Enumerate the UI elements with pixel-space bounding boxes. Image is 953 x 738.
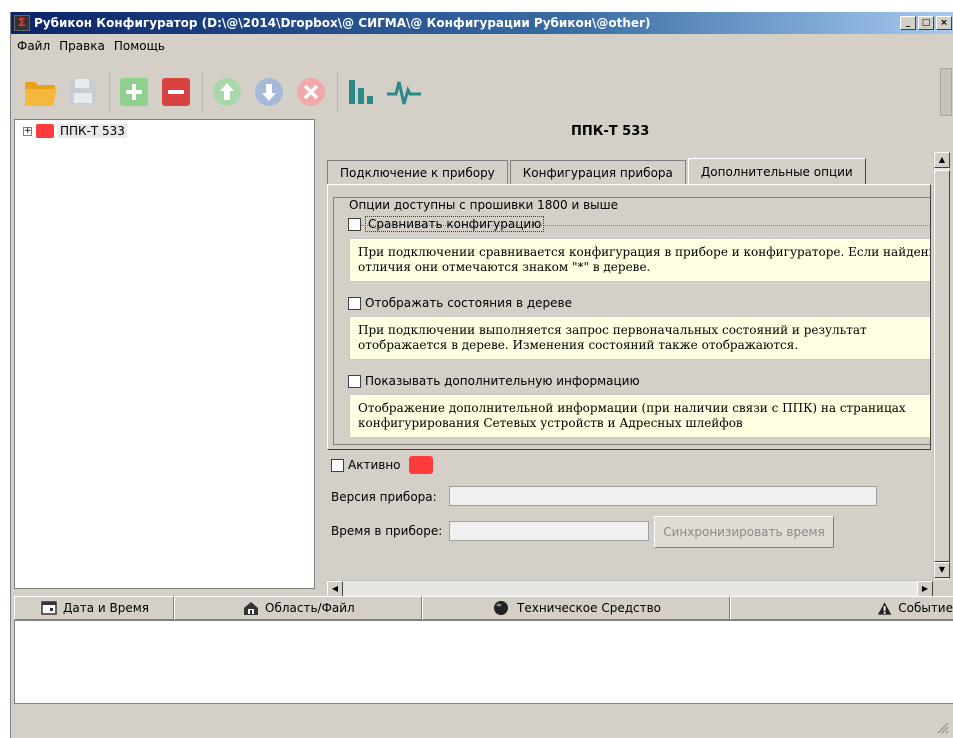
description-line: При подключении сравнивается конфигураци… xyxy=(358,245,931,259)
time-field[interactable] xyxy=(449,521,649,541)
show-states-checkbox[interactable]: Отображать состояния в дереве xyxy=(348,296,572,310)
tab-connection[interactable]: Подключение к прибору xyxy=(327,160,508,184)
minimize-button[interactable]: _ xyxy=(900,16,916,30)
column-area-file[interactable]: Область/Файл xyxy=(174,596,422,620)
scroll-right-icon[interactable]: ▶ xyxy=(917,581,933,597)
tab-configuration[interactable]: Конфигурация прибора xyxy=(509,160,686,184)
monitor-button[interactable] xyxy=(386,74,422,110)
menu-file[interactable]: Файл xyxy=(17,39,50,53)
scroll-thumb[interactable] xyxy=(934,170,950,562)
option-description: Отображение дополнительной информации (п… xyxy=(349,394,930,438)
toolbar-separator xyxy=(202,72,203,112)
active-label: Активно xyxy=(348,458,401,472)
time-label: Время в приборе: xyxy=(331,524,443,538)
pulse-icon xyxy=(387,81,421,105)
house-icon xyxy=(244,601,258,615)
description-line: При подключении выполняется запрос перво… xyxy=(358,323,867,337)
scroll-down-icon[interactable]: ▼ xyxy=(934,562,950,578)
active-checkbox[interactable]: Активно xyxy=(331,456,433,474)
option-description: При подключении сравнивается конфигураци… xyxy=(349,238,931,282)
cancel-button[interactable] xyxy=(293,74,329,110)
title-bar[interactable]: Σ Рубикон Конфигуратор (D:\@\2014\Dropbo… xyxy=(11,12,953,34)
calendar-icon xyxy=(41,601,57,615)
device-icon xyxy=(494,601,508,615)
add-icon xyxy=(120,78,148,106)
horizontal-scrollbar[interactable]: ◀ ▶ xyxy=(327,580,933,597)
expand-icon[interactable]: + xyxy=(23,126,32,136)
sync-time-button[interactable]: Синхронизировать время xyxy=(654,516,834,548)
version-label: Версия прибора: xyxy=(331,490,437,504)
app-icon: Σ xyxy=(14,15,30,31)
move-down-icon xyxy=(255,78,283,106)
app-window: Σ Рубикон Конфигуратор (D:\@\2014\Dropbo… xyxy=(10,12,953,738)
checkbox-icon[interactable] xyxy=(348,374,361,388)
option-label: Сравнивать конфигурацию xyxy=(365,216,545,232)
version-field[interactable] xyxy=(449,486,877,506)
column-label: Дата и Время xyxy=(63,601,150,615)
chart-button[interactable] xyxy=(344,74,380,110)
save-icon xyxy=(70,79,96,105)
open-button[interactable] xyxy=(23,74,59,110)
tab-bar: Подключение к прибору Конфигурация прибо… xyxy=(327,158,868,184)
tree-item-ppk[interactable]: + ППК-Т 533 xyxy=(23,124,127,138)
column-label: Область/Файл xyxy=(265,601,355,615)
scroll-left-icon[interactable]: ◀ xyxy=(327,581,343,597)
column-label: Событие xyxy=(898,601,953,615)
active-status-icon xyxy=(408,456,433,474)
status-indicator-icon xyxy=(36,124,54,138)
checkbox-icon[interactable] xyxy=(348,217,361,231)
move-up-button[interactable] xyxy=(209,74,245,110)
event-log-list[interactable] xyxy=(14,620,953,704)
column-date-time[interactable]: Дата и Время xyxy=(14,596,174,620)
toolbar-separator xyxy=(337,72,338,112)
group-title: Опции доступны с прошивки 1800 и выше xyxy=(346,198,621,212)
toolbar xyxy=(11,62,953,122)
window-title: Рубикон Конфигуратор (D:\@\2014\Dropbox\… xyxy=(34,16,651,30)
options-group: Опции доступны с прошивки 1800 и выше Ср… xyxy=(333,197,931,445)
option-description: При подключении выполняется запрос перво… xyxy=(349,316,930,360)
tree-item-label: ППК-Т 533 xyxy=(58,124,127,138)
option-label: Показывать дополнительную информацию xyxy=(365,374,640,388)
vertical-scrollbar[interactable]: ▲ ▼ xyxy=(933,152,950,580)
menu-edit[interactable]: Правка xyxy=(59,39,105,53)
cancel-icon xyxy=(297,78,325,106)
checkbox-icon[interactable] xyxy=(348,296,361,310)
resize-grip-icon[interactable] xyxy=(937,722,949,734)
maximize-button[interactable]: □ xyxy=(918,16,934,30)
column-device[interactable]: Техническое Средство xyxy=(422,596,730,620)
description-line: отображается в дереве. Изменения состоян… xyxy=(358,338,799,352)
page-title: ППК-Т 533 xyxy=(571,124,650,139)
toolbar-scroll-handle[interactable] xyxy=(940,68,952,116)
description-line: Отображение дополнительной информации (п… xyxy=(358,401,906,415)
column-label: Техническое Средство xyxy=(517,601,661,615)
save-button[interactable] xyxy=(65,74,101,110)
event-log-header: Дата и Время Область/Файл Техническое Ср… xyxy=(14,596,953,620)
move-down-button[interactable] xyxy=(251,74,287,110)
column-event[interactable]: Событие xyxy=(730,596,953,620)
description-line: конфигурирования Сетевых устройств и Адр… xyxy=(358,416,743,430)
options-tab-page: Опции доступны с прошивки 1800 и выше Ср… xyxy=(327,184,931,450)
scroll-up-icon[interactable]: ▲ xyxy=(934,152,950,168)
remove-icon xyxy=(162,78,190,106)
option-label: Отображать состояния в дереве xyxy=(365,296,572,310)
menu-bar: Файл Правка Помощь xyxy=(11,36,165,56)
open-folder-icon xyxy=(25,82,57,106)
bar-chart-icon xyxy=(349,80,373,104)
move-up-icon xyxy=(213,78,241,106)
compare-config-checkbox[interactable]: Сравнивать конфигурацию xyxy=(348,216,545,232)
close-button[interactable]: × xyxy=(936,16,952,30)
toolbar-separator xyxy=(109,72,110,112)
remove-button[interactable] xyxy=(158,74,194,110)
checkbox-icon[interactable] xyxy=(331,458,344,472)
description-line: отличия они отмечаются знаком "*" в дере… xyxy=(358,260,651,274)
warning-icon xyxy=(877,601,892,615)
tab-additional-options[interactable]: Дополнительные опции xyxy=(687,158,866,184)
menu-help[interactable]: Помощь xyxy=(114,39,165,53)
show-extra-info-checkbox[interactable]: Показывать дополнительную информацию xyxy=(348,374,640,388)
add-button[interactable] xyxy=(116,74,152,110)
device-tree[interactable]: + ППК-Т 533 xyxy=(14,119,315,589)
